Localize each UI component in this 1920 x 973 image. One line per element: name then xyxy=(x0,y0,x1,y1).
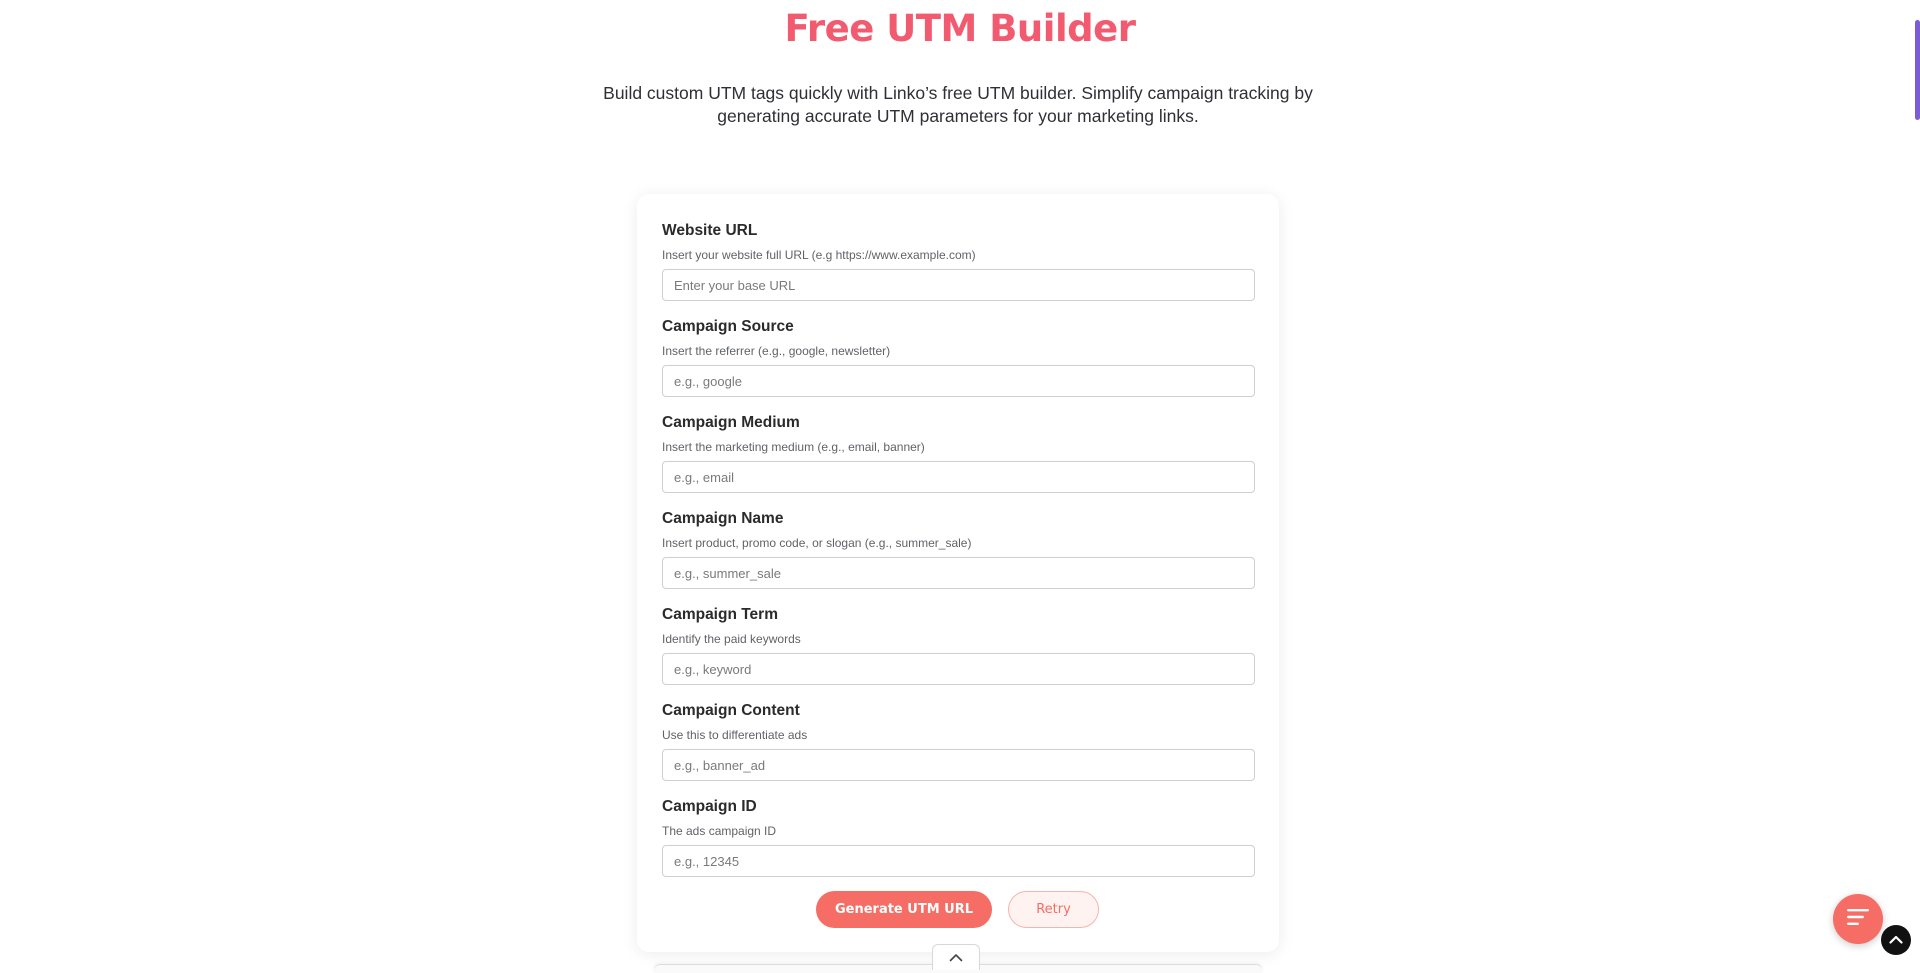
campaign-content-label: Campaign Content xyxy=(662,702,800,719)
website-url-field: Website URL Insert your website full URL… xyxy=(662,221,1255,301)
campaign-content-field: Campaign Content Use this to differentia… xyxy=(662,701,1255,781)
campaign-term-hint: Identify the paid keywords xyxy=(662,632,801,646)
chevron-up-icon xyxy=(949,949,963,967)
campaign-name-label: Campaign Name xyxy=(662,510,784,527)
campaign-id-hint: The ads campaign ID xyxy=(662,824,777,838)
campaign-term-input[interactable] xyxy=(662,653,1255,685)
campaign-content-input[interactable] xyxy=(662,749,1255,781)
page-description: Build custom UTM tags quickly with Linko… xyxy=(603,83,1313,126)
campaign-id-field: Campaign ID The ads campaign ID xyxy=(662,797,1255,877)
campaign-term-label: Campaign Term xyxy=(662,606,778,623)
campaign-source-hint: Insert the referrer (e.g., google, newsl… xyxy=(662,344,891,358)
back-to-top-button[interactable] xyxy=(1881,925,1911,955)
campaign-source-input[interactable] xyxy=(662,365,1255,397)
campaign-source-field: Campaign Source Insert the referrer (e.g… xyxy=(662,317,1255,397)
website-url-hint: Insert your website full URL (e.g https:… xyxy=(662,248,976,262)
campaign-medium-field: Campaign Medium Insert the marketing med… xyxy=(662,413,1255,493)
chevron-up-icon xyxy=(1889,931,1903,949)
campaign-id-label: Campaign ID xyxy=(662,798,757,815)
website-url-input[interactable] xyxy=(662,269,1255,301)
retry-button[interactable]: Retry xyxy=(1008,891,1099,928)
campaign-medium-label: Campaign Medium xyxy=(662,414,800,431)
campaign-name-field: Campaign Name Insert product, promo code… xyxy=(662,509,1255,589)
generate-utm-button[interactable]: Generate UTM URL xyxy=(816,891,992,928)
chat-menu-button[interactable] xyxy=(1833,894,1883,944)
campaign-content-hint: Use this to differentiate ads xyxy=(662,728,808,742)
campaign-id-input[interactable] xyxy=(662,845,1255,877)
menu-lines-icon xyxy=(1847,908,1869,930)
campaign-name-input[interactable] xyxy=(662,557,1255,589)
campaign-name-hint: Insert product, promo code, or slogan (e… xyxy=(662,536,972,550)
page-title: Free UTM Builder xyxy=(784,7,1136,50)
website-url-label: Website URL xyxy=(662,222,758,239)
collapse-toggle[interactable] xyxy=(932,944,980,970)
campaign-source-label: Campaign Source xyxy=(662,318,794,335)
utm-form-card: Website URL Insert your website full URL… xyxy=(637,194,1279,952)
campaign-term-field: Campaign Term Identify the paid keywords xyxy=(662,605,1255,685)
campaign-medium-input[interactable] xyxy=(662,461,1255,493)
campaign-medium-hint: Insert the marketing medium (e.g., email… xyxy=(662,440,925,454)
